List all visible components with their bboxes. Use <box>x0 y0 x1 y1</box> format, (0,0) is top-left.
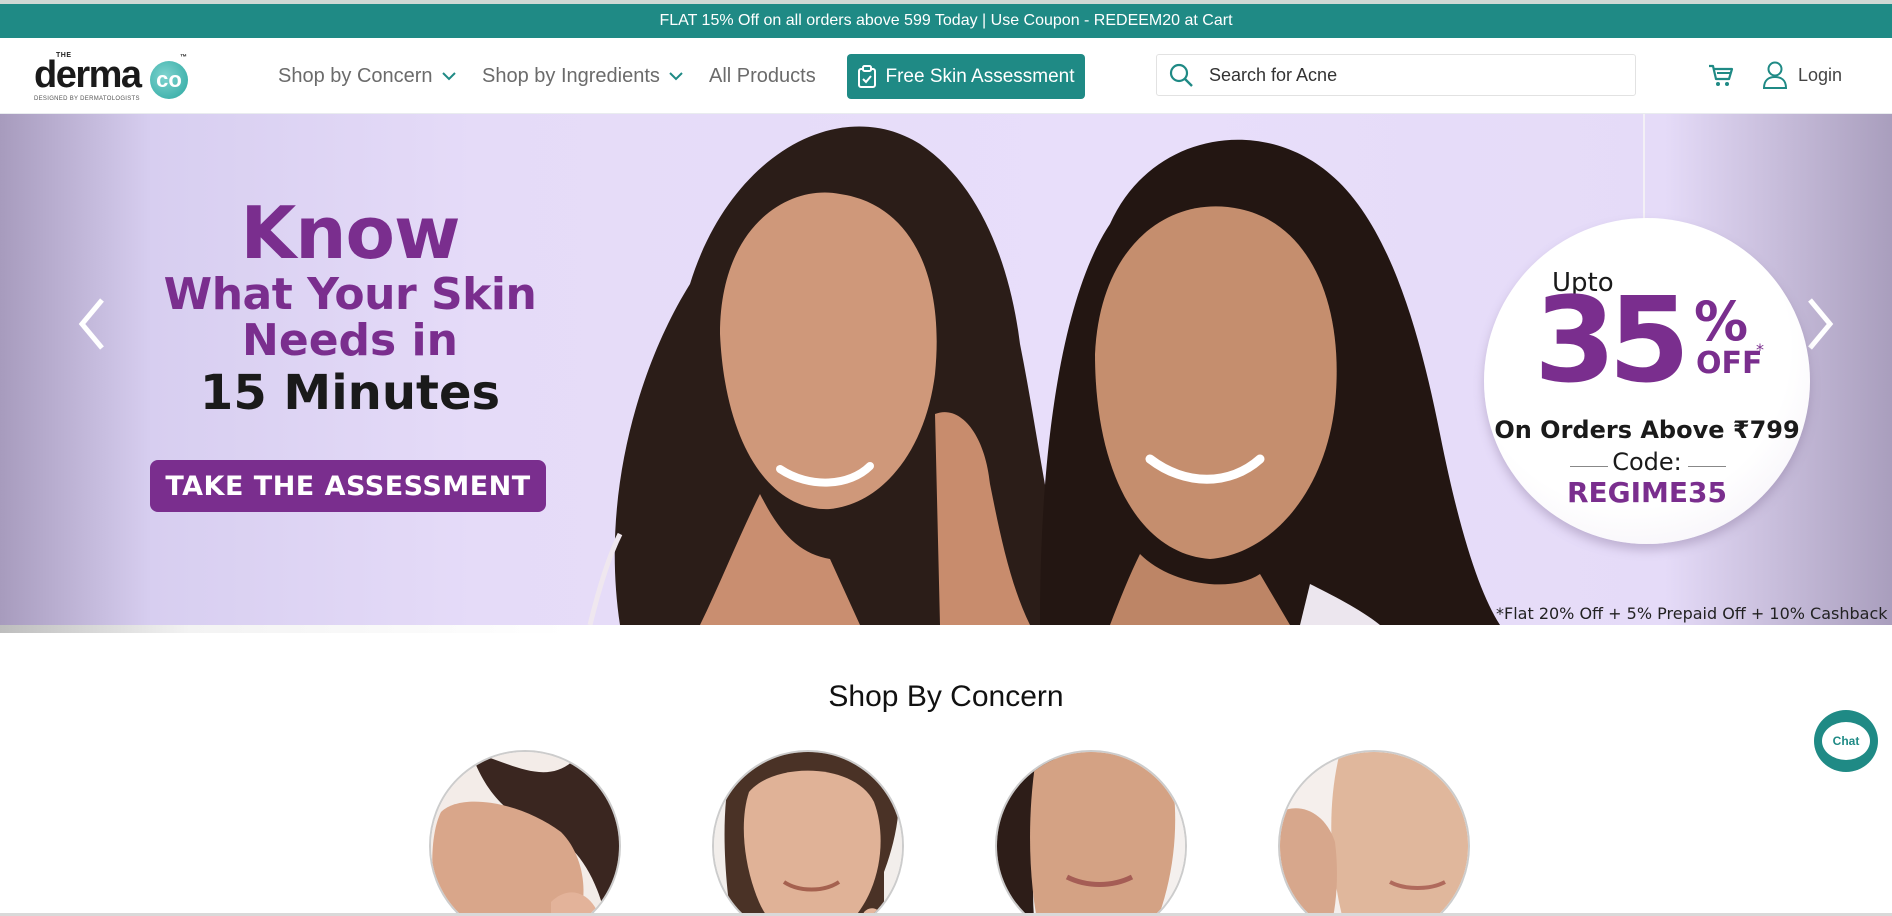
hero-banner[interactable]: Know What Your Skin Needs in 15 Minutes … <box>0 114 1892 625</box>
offer-min-order: On Orders Above ₹799 <box>1494 416 1800 444</box>
promo-text: FLAT 15% Off on all orders above 599 Tod… <box>659 12 1233 29</box>
concern-card[interactable] <box>429 750 621 916</box>
take-the-assessment-button[interactable]: TAKE THE ASSESSMENT <box>150 460 546 512</box>
concern-image <box>431 752 619 916</box>
search-bar[interactable]: Search for Acne <box>1156 54 1636 96</box>
shop-by-concern-title: Shop By Concern <box>828 680 1064 713</box>
offer-off: OFF <box>1696 346 1763 381</box>
offer-asterisk: * <box>1756 340 1764 359</box>
promo-bar: FLAT 15% Off on all orders above 599 Tod… <box>0 4 1892 38</box>
nav-shop-by-concern[interactable]: Shop by Concern <box>278 38 457 114</box>
hero-line-what-your-skin: What Your Skin <box>163 269 537 320</box>
free-skin-assessment-button[interactable]: Free Skin Assessment <box>847 54 1085 99</box>
hero-bottom-strip <box>0 625 1892 633</box>
login-label: Login <box>1798 64 1843 85</box>
logo-the: THE <box>56 52 72 59</box>
carousel-next-arrow-icon[interactable] <box>1802 294 1838 354</box>
free-skin-assessment-label: Free Skin Assessment <box>885 65 1075 87</box>
site-header: derma THE co ™ DESIGNED BY DERMATOLOGIST… <box>0 38 1892 114</box>
chevron-down-icon <box>441 72 456 81</box>
search-input[interactable]: Search for Acne <box>1209 65 1337 86</box>
concern-card[interactable] <box>712 750 904 916</box>
brand-logo[interactable]: derma THE co ™ DESIGNED BY DERMATOLOGIST… <box>34 52 194 104</box>
nav-shop-by-ingredients[interactable]: Shop by Ingredients <box>482 38 684 114</box>
offer-badge: Upto 35 % OFF * On Orders Above ₹799 Cod… <box>1484 218 1810 544</box>
concern-image <box>714 752 902 916</box>
chat-label: Chat <box>1832 734 1860 748</box>
offer-disclaimer: *Flat 20% Off + 5% Prepaid Off + 10% Cas… <box>1496 604 1888 623</box>
chevron-down-icon <box>669 72 683 81</box>
logo-co-badge: co <box>150 61 188 99</box>
cart-icon[interactable] <box>1706 60 1736 90</box>
nav-shop-by-ingredients-label: Shop by Ingredients <box>482 64 660 87</box>
concern-card[interactable] <box>995 750 1187 916</box>
login-button[interactable]: Login <box>1762 58 1842 92</box>
offer-percent: % <box>1694 290 1749 353</box>
hero-line-know: Know <box>240 191 460 275</box>
offer-code-label: Code: <box>1612 448 1682 476</box>
concern-image <box>997 752 1185 916</box>
hero-headline: Know What Your Skin Needs in 15 Minutes <box>150 194 550 422</box>
hero-line-needs-in: Needs in <box>242 315 458 366</box>
nav-shop-by-concern-label: Shop by Concern <box>278 64 433 87</box>
offer-code: REGIME35 <box>1566 476 1728 509</box>
offer-code-divider-right <box>1688 466 1726 467</box>
carousel-prev-arrow-icon[interactable] <box>74 294 110 354</box>
chat-widget-button[interactable]: Chat <box>1814 710 1878 772</box>
user-icon <box>1762 61 1788 89</box>
search-icon[interactable] <box>1167 61 1195 89</box>
nav-all-products-label: All Products <box>709 64 816 87</box>
concern-image <box>1280 752 1468 916</box>
offer-value: 35 <box>1534 271 1690 409</box>
logo-word: derma <box>34 54 142 96</box>
nav-all-products[interactable]: All Products <box>709 38 816 114</box>
logo-tm: ™ <box>180 54 187 61</box>
logo-tagline: DESIGNED BY DERMATOLOGISTS <box>34 96 140 102</box>
clipboard-check-icon <box>858 64 877 88</box>
chat-bubble-icon: Chat <box>1822 722 1870 760</box>
concern-card[interactable] <box>1278 750 1470 916</box>
hero-line-15-minutes: 15 Minutes <box>199 365 501 421</box>
